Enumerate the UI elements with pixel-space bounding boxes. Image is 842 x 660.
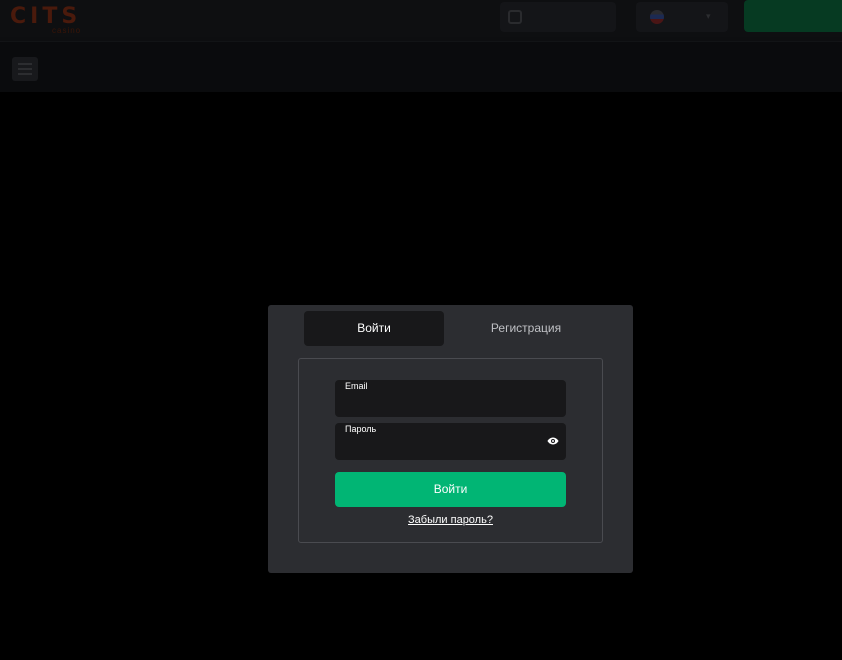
email-input[interactable] xyxy=(345,396,535,414)
menu-button[interactable] xyxy=(12,57,38,81)
flag-icon xyxy=(650,10,664,24)
hamburger-icon xyxy=(18,63,32,75)
forgot-password-link[interactable]: Забыли пароль? xyxy=(299,514,602,526)
header-cta-button[interactable] xyxy=(744,0,842,32)
email-field-container: Email xyxy=(335,380,566,417)
password-field-container: Пароль xyxy=(335,423,566,460)
email-label: Email xyxy=(345,381,368,391)
tab-login[interactable]: Войти xyxy=(304,311,444,346)
chevron-down-icon: ▾ xyxy=(706,11,711,21)
search-button[interactable] xyxy=(500,2,616,32)
top-bar: CITS casino ▾ xyxy=(0,0,842,42)
eye-icon[interactable] xyxy=(547,437,559,445)
tab-register[interactable]: Регистрация xyxy=(456,311,596,346)
login-form: Email Пароль Войти Забыли пароль? xyxy=(298,358,603,543)
page: CITS casino ▾ Войти Регистрация Email Па… xyxy=(0,0,842,660)
password-label: Пароль xyxy=(345,424,377,434)
logo-subtext: casino xyxy=(52,26,82,35)
site-logo[interactable]: CITS casino xyxy=(4,2,122,40)
search-icon xyxy=(508,10,522,24)
password-input[interactable] xyxy=(345,439,535,457)
language-selector[interactable]: ▾ xyxy=(636,2,728,32)
sub-header xyxy=(0,42,842,92)
auth-modal: Войти Регистрация Email Пароль Войти Заб… xyxy=(268,305,633,573)
login-submit-button[interactable]: Войти xyxy=(335,472,566,507)
